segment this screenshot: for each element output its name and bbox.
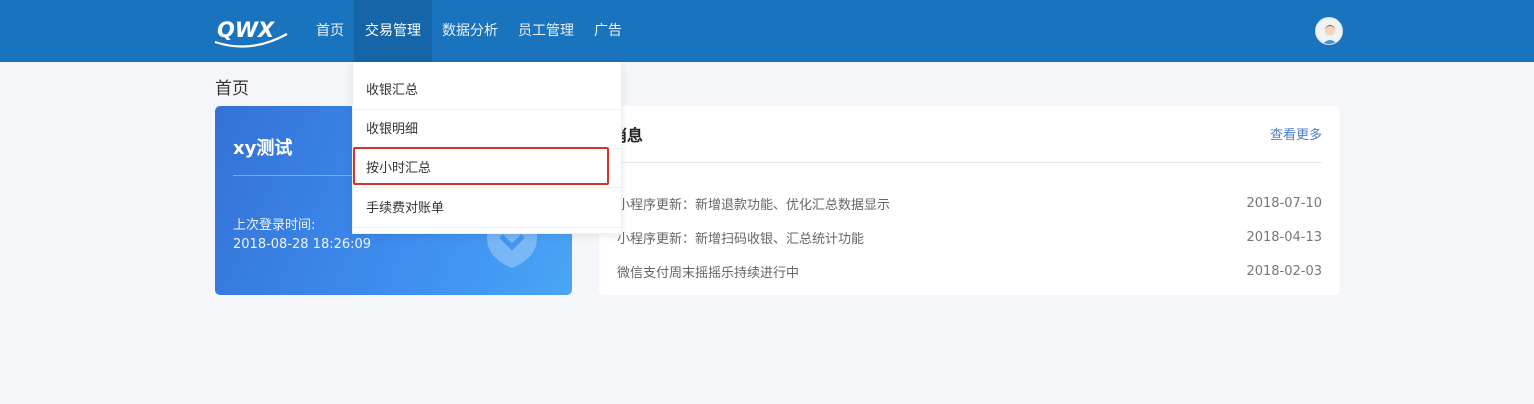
divider xyxy=(617,162,1322,163)
message-text: 微信支付周末摇摇乐持续进行中 xyxy=(617,265,800,281)
message-item[interactable]: 小程序更新：新增扫码收银、汇总统计功能 2018-04-13 xyxy=(617,220,1322,254)
avatar[interactable] xyxy=(1315,17,1343,45)
nav-data-analysis[interactable]: 数据分析 xyxy=(432,0,508,62)
nav-staff-management[interactable]: 员工管理 xyxy=(508,0,584,62)
nav-home[interactable]: 首页 xyxy=(306,0,354,62)
message-date: 2018-04-13 xyxy=(1246,229,1322,245)
user-name: xy测试 xyxy=(233,138,293,159)
last-login-time: 2018-08-28 18:26:09 xyxy=(233,237,372,252)
transaction-dropdown-menu: 收银汇总 收银明细 按小时汇总 手续费对账单 xyxy=(352,62,622,234)
page-title: 首页 xyxy=(215,79,249,99)
last-login-label: 上次登录时间: xyxy=(233,218,316,233)
message-text: 小程序更新：新增退款功能、优化汇总数据显示 xyxy=(617,197,891,213)
logo-icon: QWX xyxy=(214,18,288,48)
logo[interactable]: QWX xyxy=(213,12,289,48)
svg-text:QWX: QWX xyxy=(217,18,276,42)
messages-card: 消息 查看更多 小程序更新：新增退款功能、优化汇总数据显示 2018-07-10… xyxy=(599,106,1340,295)
top-navbar: QWX 首页 交易管理 数据分析 员工管理 广告 xyxy=(0,0,1534,62)
menu-item-cashier-summary[interactable]: 收银汇总 xyxy=(353,71,621,110)
message-list: 小程序更新：新增退款功能、优化汇总数据显示 2018-07-10 小程序更新：新… xyxy=(617,186,1322,288)
view-more-link[interactable]: 查看更多 xyxy=(1270,124,1322,143)
main-nav: 首页 交易管理 数据分析 员工管理 广告 xyxy=(306,0,632,62)
nav-transaction-management[interactable]: 交易管理 xyxy=(354,0,432,62)
message-item[interactable]: 微信支付周末摇摇乐持续进行中 2018-02-03 xyxy=(617,254,1322,288)
message-date: 2018-07-10 xyxy=(1246,195,1322,211)
menu-item-cashier-details[interactable]: 收银明细 xyxy=(353,110,621,149)
message-text: 小程序更新：新增扫码收银、汇总统计功能 xyxy=(617,231,865,247)
menu-item-hourly-summary[interactable]: 按小时汇总 xyxy=(353,149,621,188)
message-date: 2018-02-03 xyxy=(1246,263,1322,279)
menu-item-fee-statement[interactable]: 手续费对账单 xyxy=(353,189,621,228)
nav-ads[interactable]: 广告 xyxy=(584,0,632,62)
user-avatar-icon xyxy=(1316,18,1342,44)
message-item[interactable]: 小程序更新：新增退款功能、优化汇总数据显示 2018-07-10 xyxy=(617,186,1322,220)
